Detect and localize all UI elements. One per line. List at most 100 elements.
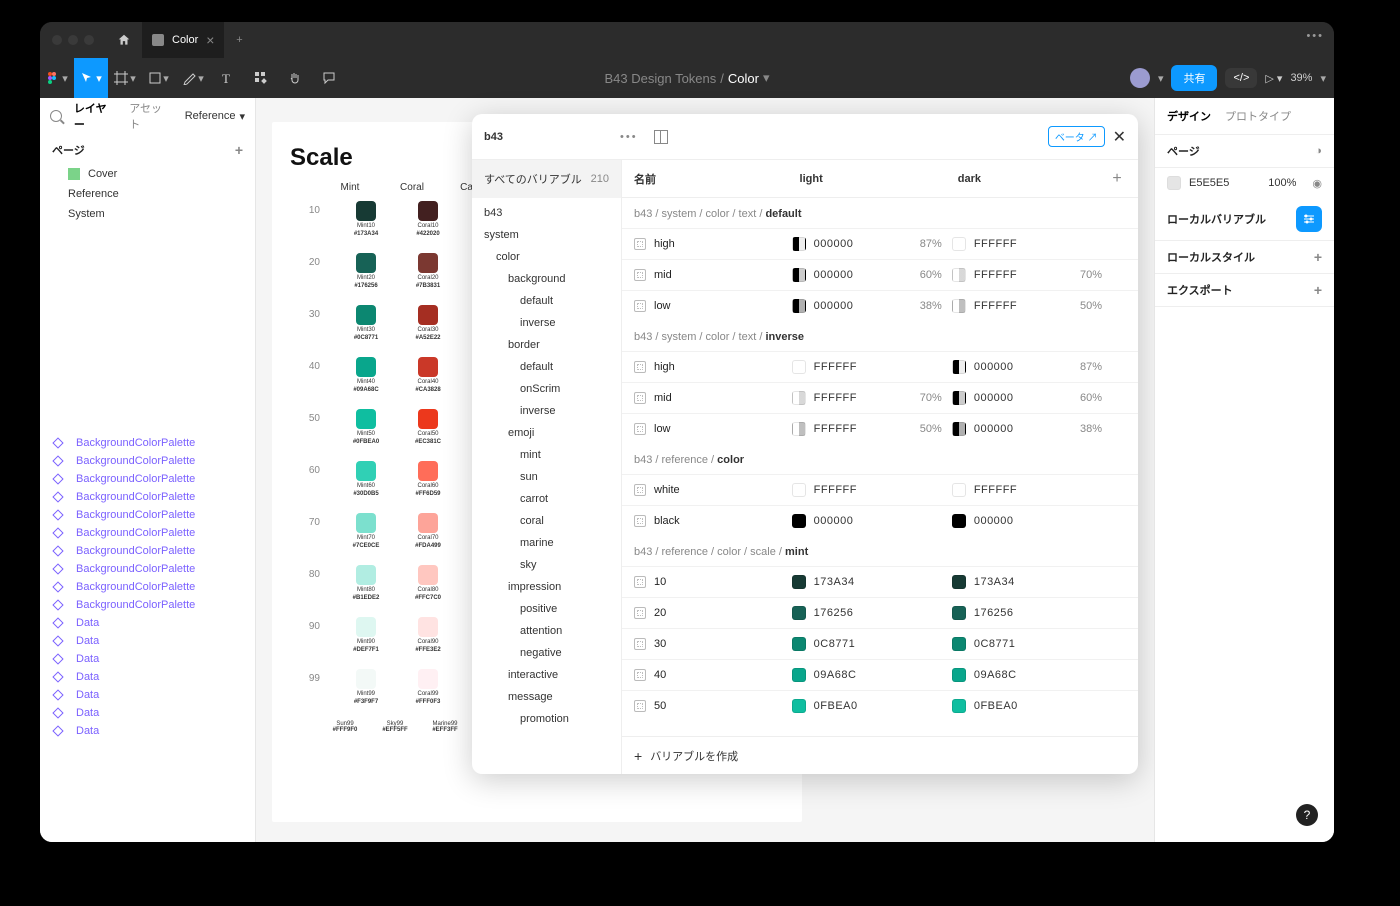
tree-node[interactable]: negative — [472, 642, 621, 664]
swatch-cell[interactable]: Coral20#7B3831 — [412, 253, 444, 289]
layer-item[interactable]: BackgroundColorPalette — [40, 506, 255, 524]
tree-node[interactable]: coral — [472, 510, 621, 532]
share-button[interactable]: 共有 — [1171, 65, 1217, 91]
help-button[interactable]: ? — [1296, 804, 1318, 826]
tree-node[interactable]: background — [472, 268, 621, 290]
swatch-cell[interactable]: Coral10#422020 — [412, 201, 444, 237]
tree-node[interactable]: inverse — [472, 312, 621, 334]
add-style-button[interactable]: + — [1314, 249, 1322, 265]
tree-node[interactable]: onScrim — [472, 378, 621, 400]
home-button[interactable] — [106, 22, 142, 58]
shape-tool[interactable]: ▾ — [142, 58, 176, 98]
all-variables[interactable]: すべてのバリアブル210 — [472, 160, 621, 198]
frame-tool[interactable]: ▾ — [108, 58, 142, 98]
layer-item[interactable]: BackgroundColorPalette — [40, 434, 255, 452]
avatar[interactable] — [1130, 68, 1150, 88]
tabs-overflow-icon[interactable]: ••• — [1306, 30, 1324, 42]
tree-node[interactable]: sun — [472, 466, 621, 488]
tree-node[interactable]: default — [472, 356, 621, 378]
group-header[interactable]: b43 / reference / color — [622, 444, 1138, 474]
close-tab-icon[interactable]: × — [206, 33, 214, 47]
collection-name[interactable]: b43 — [484, 131, 620, 143]
swatch-cell[interactable]: Coral40#CA3828 — [412, 357, 444, 393]
tree-node[interactable]: system — [472, 224, 621, 246]
tree-node[interactable]: marine — [472, 532, 621, 554]
add-variable-button[interactable]: +バリアブルを作成 — [622, 736, 1138, 774]
layer-item[interactable]: BackgroundColorPalette — [40, 596, 255, 614]
swatch-cell[interactable]: Coral90#FFE3E2 — [412, 617, 444, 653]
zoom-level[interactable]: 39% — [1290, 72, 1312, 84]
tree-node[interactable]: interactive — [472, 664, 621, 686]
variable-row[interactable]: low00000038%FFFFFF50% — [622, 290, 1138, 321]
layer-item[interactable]: BackgroundColorPalette — [40, 524, 255, 542]
dev-mode-button[interactable]: </> — [1225, 68, 1257, 88]
add-tab-button[interactable]: + — [224, 22, 254, 58]
layers-tab[interactable]: レイヤー — [74, 100, 117, 132]
swatch-cell[interactable]: Coral80#FFC7C0 — [412, 565, 444, 601]
variable-row[interactable]: whiteFFFFFFFFFFFF — [622, 474, 1138, 505]
variable-row[interactable]: 10173A34173A34 — [622, 566, 1138, 597]
layer-item[interactable]: Data — [40, 650, 255, 668]
group-header[interactable]: b43 / system / color / text / inverse — [622, 321, 1138, 351]
swatch-cell[interactable]: Mint60#30D0B5 — [350, 461, 382, 497]
group-header[interactable]: b43 / system / color / text / default — [622, 198, 1138, 228]
pen-tool[interactable]: ▾ — [176, 58, 210, 98]
layer-item[interactable]: Data — [40, 722, 255, 740]
swatch-cell[interactable]: Coral99#FFF0F3 — [412, 669, 444, 705]
variable-row[interactable]: highFFFFFF00000087% — [622, 351, 1138, 382]
tree-node[interactable]: attention — [472, 620, 621, 642]
layer-item[interactable]: Data — [40, 632, 255, 650]
tree-node[interactable]: border — [472, 334, 621, 356]
tree-node[interactable]: message — [472, 686, 621, 708]
col-dark[interactable]: dark — [946, 173, 1104, 185]
page-dropdown[interactable]: Reference▾ — [185, 110, 245, 123]
variable-row[interactable]: mid00000060%FFFFFF70% — [622, 259, 1138, 290]
tree-node[interactable]: mint — [472, 444, 621, 466]
tree-node[interactable]: color — [472, 246, 621, 268]
move-tool[interactable]: ▾ — [74, 58, 108, 98]
col-light[interactable]: light — [788, 173, 946, 185]
chevron-down-icon[interactable]: ▾ — [1158, 72, 1164, 85]
visibility-icon[interactable] — [1304, 177, 1322, 190]
page-item-system[interactable]: System — [40, 204, 255, 224]
maximize-dot[interactable] — [84, 35, 94, 45]
page-item-cover[interactable]: Cover — [40, 164, 255, 184]
resources-tool[interactable] — [244, 58, 278, 98]
tree-node[interactable]: b43 — [472, 202, 621, 224]
group-header[interactable]: b43 / reference / color / scale / mint — [622, 536, 1138, 566]
tree-node[interactable]: positive — [472, 598, 621, 620]
swatch-cell[interactable]: Mint70#7CE0CE — [350, 513, 382, 549]
layer-item[interactable]: Data — [40, 668, 255, 686]
swatch-cell[interactable]: Coral50#EC381C — [412, 409, 444, 445]
tree-node[interactable]: impression — [472, 576, 621, 598]
add-mode-button[interactable]: + — [1104, 170, 1130, 188]
minimize-dot[interactable] — [68, 35, 78, 45]
swatch-cell[interactable]: Coral60#FF6D59 — [412, 461, 444, 497]
swatch-cell[interactable]: Mint99#F3F9F7 — [350, 669, 382, 705]
add-page-button[interactable]: + — [235, 142, 243, 158]
swatch-cell[interactable]: Mint50#0FBEA0 — [350, 409, 382, 445]
layer-item[interactable]: BackgroundColorPalette — [40, 452, 255, 470]
variable-row[interactable]: midFFFFFF70%00000060% — [622, 382, 1138, 413]
add-export-button[interactable]: + — [1314, 282, 1322, 298]
figma-menu[interactable]: ▾ — [40, 58, 74, 98]
present-button[interactable]: ▷ ▾ — [1265, 72, 1282, 85]
swatch-cell[interactable]: Mint90#DEF7F1 — [350, 617, 382, 653]
tree-node[interactable]: default — [472, 290, 621, 312]
swatch-cell[interactable]: Mint40#09A68C — [350, 357, 382, 393]
layer-item[interactable]: BackgroundColorPalette — [40, 578, 255, 596]
tree-node[interactable]: sky — [472, 554, 621, 576]
layer-item[interactable]: Data — [40, 686, 255, 704]
tree-node[interactable]: carrot — [472, 488, 621, 510]
layer-item[interactable]: BackgroundColorPalette — [40, 470, 255, 488]
close-dot[interactable] — [52, 35, 62, 45]
search-icon[interactable] — [50, 110, 62, 122]
tree-node[interactable]: promotion — [472, 708, 621, 730]
swatch-cell[interactable]: Mint80#B1EDE2 — [350, 565, 382, 601]
swatch-cell[interactable]: Mint30#0C8771 — [350, 305, 382, 341]
variable-row[interactable]: black000000000000 — [622, 505, 1138, 536]
layer-item[interactable]: Data — [40, 614, 255, 632]
variable-row[interactable]: 4009A68C09A68C — [622, 659, 1138, 690]
text-tool[interactable]: T — [210, 58, 244, 98]
variable-row[interactable]: high00000087%FFFFFF — [622, 228, 1138, 259]
